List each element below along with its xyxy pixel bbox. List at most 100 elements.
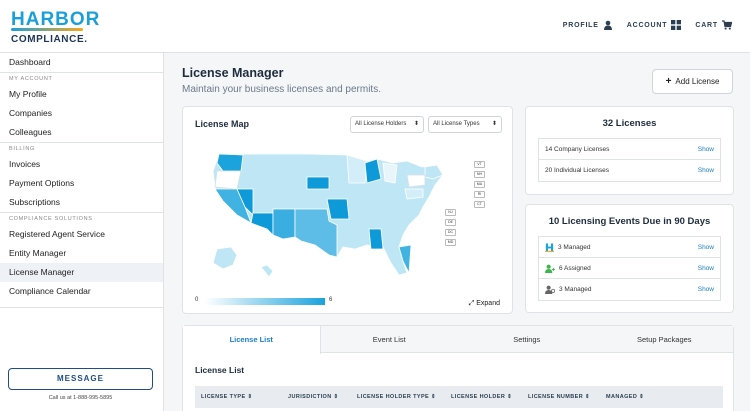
sidebar-item-invoices[interactable]: Invoices: [0, 155, 163, 174]
plus-icon: +: [665, 76, 672, 87]
sidebar-item-subscriptions[interactable]: Subscriptions: [0, 193, 163, 212]
events-managed-label: 3 Managed: [558, 243, 591, 251]
tab-settings[interactable]: Settings: [458, 326, 596, 352]
state-alaska[interactable]: [212, 246, 238, 270]
list-item: 14 Company Licenses Show: [539, 139, 720, 160]
tab-bar: License List Event List Settings Setup P…: [183, 326, 734, 354]
tab-setup-packages[interactable]: Setup Packages: [596, 326, 734, 352]
events-heading: 10 Licensing Events Due in 90 Days: [548, 216, 711, 227]
license-map-title: License Map: [195, 119, 250, 129]
account-link[interactable]: ACCOUNT: [627, 20, 682, 30]
state-alabama[interactable]: [368, 228, 384, 250]
sidebar-item-license-manager[interactable]: License Manager: [0, 263, 163, 282]
show-assigned-events-link[interactable]: Show: [698, 265, 714, 272]
legend-min: 0: [195, 297, 199, 303]
state-missouri[interactable]: [326, 198, 350, 220]
sidebar-item-companies[interactable]: Companies: [0, 104, 163, 123]
column-license-type[interactable]: LICENSE TYPE ⇕: [201, 394, 252, 400]
state-chip-nj[interactable]: NJ: [445, 209, 456, 216]
expand-icon: ⤢: [468, 300, 475, 307]
column-label: JURISDICTION: [288, 394, 332, 400]
state-chip-vt[interactable]: VT: [474, 161, 485, 168]
state-oregon[interactable]: [214, 170, 242, 190]
sidebar-section-billing: BILLING: [0, 142, 163, 155]
sidebar-item-registered-agent[interactable]: Registered Agent Service: [0, 225, 163, 244]
license-type-filter[interactable]: All License Types ⬍: [428, 116, 502, 133]
events-assigned-label: 6 Assigned: [559, 264, 591, 272]
sidebar-item-entity-manager[interactable]: Entity Manager: [0, 244, 163, 263]
select-caret-icon: ⬍: [491, 121, 497, 127]
state-chip-md[interactable]: MD: [445, 239, 456, 246]
state-chip-ct[interactable]: CT: [474, 201, 485, 208]
column-license-holder-type[interactable]: LICENSE HOLDER TYPE ⇕: [357, 394, 436, 400]
profile-label: PROFILE: [562, 21, 599, 29]
legend-max: 6: [329, 297, 333, 303]
account-label: ACCOUNT: [626, 21, 668, 29]
page-subtitle: Maintain your business licenses and perm…: [182, 84, 381, 95]
sidebar-item-payment-options[interactable]: Payment Options: [0, 174, 163, 193]
column-label: LICENSE NUMBER: [528, 394, 584, 400]
sidebar-item-my-profile[interactable]: My Profile: [0, 85, 163, 104]
top-nav: PROFILE ACCOUNT CART: [563, 20, 732, 30]
license-table-header: LICENSE TYPE ⇕ JURISDICTION ⇕ LICENSE HO…: [195, 386, 723, 408]
small-state-chips-south: NJ DE DC MD: [445, 209, 456, 246]
show-individual-licenses-link[interactable]: Show: [698, 167, 714, 174]
state-new-york[interactable]: [406, 174, 426, 188]
harbor-compliance-logo[interactable]: HARBOR COMPLIANCE.: [11, 10, 101, 45]
state-washington[interactable]: [216, 153, 244, 172]
add-license-button[interactable]: + Add License: [652, 69, 733, 94]
tab-license-list[interactable]: License List: [183, 326, 321, 354]
state-pennsylvania[interactable]: [404, 188, 424, 200]
sidebar: Dashboard MY ACCOUNT My Profile Companie…: [0, 53, 164, 411]
state-arizona[interactable]: [250, 212, 274, 236]
show-managed-events-link[interactable]: Show: [698, 244, 714, 251]
column-managed[interactable]: MANAGED ⇕: [606, 394, 644, 400]
events-breakdown-list: 3 Managed Show 6 Assigned Show 3 Managed…: [538, 236, 721, 301]
tab-event-list[interactable]: Event List: [321, 326, 459, 352]
sidebar-divider: [0, 307, 163, 308]
sidebar-item-dashboard[interactable]: Dashboard: [0, 53, 163, 72]
harbor-h-icon: [545, 242, 554, 252]
license-holder-filter-value: All License Holders: [355, 121, 407, 127]
sidebar-item-colleagues[interactable]: Colleagues: [0, 123, 163, 142]
user-icon: [603, 20, 612, 30]
cart-link[interactable]: CART: [695, 20, 732, 30]
expand-map-button[interactable]: ⤢ Expand: [469, 300, 500, 308]
license-map-card: License Map All License Holders ⬍ All Li…: [182, 106, 513, 314]
state-chip-nh[interactable]: NH: [474, 171, 485, 178]
license-holder-filter[interactable]: All License Holders ⬍: [350, 116, 424, 133]
add-license-label: Add License: [675, 77, 720, 86]
state-chip-dc[interactable]: DC: [445, 229, 456, 236]
state-minnesota[interactable]: [346, 154, 368, 184]
column-jurisdiction[interactable]: JURISDICTION ⇕: [288, 394, 339, 400]
message-button[interactable]: MESSAGE: [8, 368, 153, 390]
user-managed-icon: [545, 285, 555, 294]
state-chip-ma[interactable]: MA: [474, 181, 485, 188]
state-michigan[interactable]: [382, 162, 398, 184]
user-assigned-icon: [545, 264, 555, 273]
list-item: 3 Managed Show: [539, 279, 720, 300]
events-managed-label-2: 3 Managed: [559, 286, 592, 293]
column-license-number[interactable]: LICENSE NUMBER ⇕: [528, 394, 590, 400]
show-managed-events-link-2[interactable]: Show: [698, 286, 714, 293]
state-chip-de[interactable]: DE: [445, 219, 456, 226]
column-license-holder[interactable]: LICENSE HOLDER ⇕: [451, 394, 512, 400]
logo-wordmark-bottom: COMPLIANCE.: [11, 34, 88, 45]
column-label: LICENSE TYPE: [201, 394, 246, 400]
events-assigned-row-label: 6 Assigned: [545, 264, 698, 273]
sidebar-section-my-account: MY ACCOUNT: [0, 72, 163, 85]
state-hawaii[interactable]: [260, 264, 274, 278]
sidebar-item-compliance-calendar[interactable]: Compliance Calendar: [0, 282, 163, 301]
license-tabs-panel: License List Event List Settings Setup P…: [182, 325, 734, 411]
list-item: 3 Managed Show: [539, 237, 720, 258]
state-chip-ri[interactable]: RI: [474, 191, 485, 198]
state-new-mexico[interactable]: [272, 208, 296, 240]
profile-link[interactable]: PROFILE: [563, 20, 613, 30]
licensing-events-card: 10 Licensing Events Due in 90 Days 3 Man…: [525, 204, 734, 313]
small-state-chips-north: VT NH MA RI CT: [474, 161, 485, 208]
select-caret-icon: ⬍: [413, 121, 419, 127]
cart-icon: [722, 20, 732, 30]
expand-label: Expand: [476, 300, 500, 307]
show-company-licenses-link[interactable]: Show: [698, 146, 714, 153]
state-south-dakota[interactable]: [306, 176, 330, 190]
